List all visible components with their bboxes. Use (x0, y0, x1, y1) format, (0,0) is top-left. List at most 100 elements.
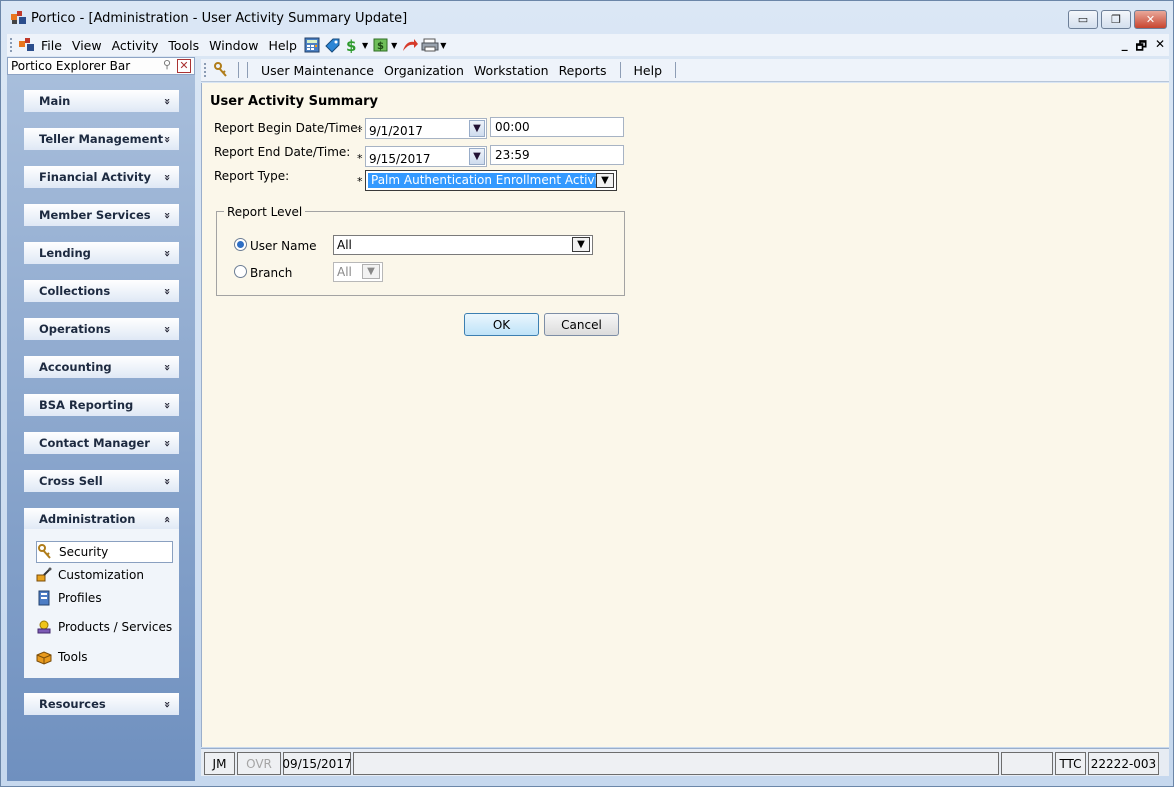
minimize-button[interactable]: ▭ (1068, 10, 1098, 29)
menu-help[interactable]: Help (263, 38, 302, 53)
status-id: 22222-003 (1088, 752, 1159, 775)
ok-button[interactable]: OK (464, 313, 539, 336)
admin-item-tools[interactable]: Tools (36, 646, 88, 668)
menu-sub-help[interactable]: Help (629, 63, 668, 78)
group-bsa-reporting[interactable]: BSA Reporting» (24, 394, 179, 416)
chevron-down-icon: ▼ (362, 264, 380, 279)
group-operations[interactable]: Operations» (24, 318, 179, 340)
subtoolbar-grip[interactable] (204, 63, 208, 77)
menu-user-maintenance[interactable]: User Maintenance (256, 63, 379, 78)
explorer-title: Portico Explorer Bar (11, 59, 131, 73)
portico-menu-icon[interactable] (19, 37, 35, 53)
user-name-value: All (337, 238, 352, 252)
branch-label[interactable]: Branch (250, 266, 292, 280)
user-name-radio[interactable] (234, 238, 247, 251)
separator (675, 62, 677, 78)
chevron-down-icon: » (160, 401, 174, 409)
chevron-down-icon: » (160, 477, 174, 485)
menu-bar: File View Activity Tools Window Help $ ▼… (7, 34, 1169, 56)
dollar-icon[interactable]: $ (343, 37, 361, 53)
menu-activity[interactable]: Activity (107, 38, 164, 53)
admin-item-security[interactable]: Security (36, 541, 173, 563)
branch-select: All ▼ (333, 262, 383, 282)
menu-organization[interactable]: Organization (379, 63, 469, 78)
report-level-legend: Report Level (224, 205, 306, 219)
toolbar-grip[interactable] (10, 38, 14, 52)
mdi-close-icon[interactable]: ✕ (1155, 37, 1165, 58)
group-lending[interactable]: Lending» (24, 242, 179, 264)
group-administration[interactable]: Administration « (24, 508, 179, 530)
group-financial-activity[interactable]: Financial Activity» (24, 166, 179, 188)
restore-button[interactable]: ❐ (1101, 10, 1131, 29)
cancel-button[interactable]: Cancel (544, 313, 619, 336)
security-keys-icon (38, 544, 51, 559)
status-bar: JM OVR 09/15/2017 TTC 22222-003 (201, 748, 1169, 776)
chevron-down-icon[interactable]: ▼ (572, 237, 590, 252)
pin-icon[interactable]: ⚲ (160, 59, 174, 73)
report-type-select[interactable]: Palm Authentication Enrollment Activity … (365, 170, 617, 191)
end-date-picker[interactable]: 9/15/2017 ▼ (365, 146, 487, 167)
menu-tools[interactable]: Tools (163, 38, 204, 53)
begin-date-picker[interactable]: 9/1/2017 ▼ (365, 118, 487, 139)
title-bar[interactable]: Portico - [Administration - User Activit… (1, 1, 1173, 34)
group-accounting[interactable]: Accounting» (24, 356, 179, 378)
end-date-value: 9/15/2017 (369, 151, 431, 166)
separator (238, 62, 239, 78)
security-keys-icon[interactable] (213, 62, 229, 78)
admin-item-products-services[interactable]: Products / Services (36, 616, 172, 638)
admin-item-customization[interactable]: Customization (36, 564, 144, 586)
portico-logo-icon (11, 11, 26, 24)
printer-dropdown-icon[interactable]: ▼ (440, 41, 446, 50)
customization-tools-icon (36, 567, 52, 582)
explorer-bar: Portico Explorer Bar ⚲ ✕ Main» Teller Ma… (7, 57, 195, 781)
group-member-services[interactable]: Member Services» (24, 204, 179, 226)
calendar-dropdown-icon[interactable]: ▼ (469, 148, 485, 165)
chevron-down-icon: » (160, 363, 174, 371)
menu-view[interactable]: View (67, 38, 107, 53)
separator (619, 62, 621, 78)
menu-window[interactable]: Window (204, 38, 263, 53)
end-date-label: Report End Date/Time: (214, 145, 351, 159)
dollar-dropdown-icon[interactable]: ▼ (362, 41, 368, 50)
separator (247, 62, 248, 78)
module-toolbar: User Maintenance Organization Workstatio… (201, 59, 1169, 82)
chevron-down-icon[interactable]: ▼ (596, 173, 614, 188)
menu-file[interactable]: File (36, 38, 67, 53)
mdi-restore-icon[interactable]: 🗗 (1136, 37, 1147, 58)
group-main[interactable]: Main» (24, 90, 179, 112)
end-time-input[interactable]: 23:59 (490, 145, 624, 165)
close-button[interactable]: ✕ (1134, 10, 1167, 29)
branch-radio[interactable] (234, 265, 247, 278)
chevron-down-icon: » (160, 287, 174, 295)
mdi-controls: _ 🗗 ✕ (1122, 37, 1165, 58)
menu-workstation[interactable]: Workstation (469, 63, 554, 78)
begin-time-input[interactable]: 00:00 (490, 117, 624, 137)
mdi-minimize-icon[interactable]: _ (1122, 37, 1128, 58)
user-name-select[interactable]: All ▼ (333, 235, 593, 255)
explorer-close-icon[interactable]: ✕ (177, 59, 191, 73)
printer-icon[interactable] (421, 37, 439, 53)
group-collections[interactable]: Collections» (24, 280, 179, 302)
chevron-down-icon: » (160, 439, 174, 447)
calendar-dropdown-icon[interactable]: ▼ (469, 120, 485, 137)
redo-arrow-icon[interactable] (401, 37, 419, 53)
app-window: Portico - [Administration - User Activit… (0, 0, 1174, 787)
menu-reports[interactable]: Reports (554, 63, 612, 78)
cash-dropdown-icon[interactable]: ▼ (391, 41, 397, 50)
chevron-down-icon: » (160, 325, 174, 333)
profiles-icon (38, 590, 50, 606)
required-marker: * (357, 152, 363, 165)
toolbox-icon (36, 651, 52, 665)
group-teller-management[interactable]: Teller Management» (24, 128, 179, 150)
group-cross-sell[interactable]: Cross Sell» (24, 470, 179, 492)
chevron-down-icon: » (160, 173, 174, 181)
user-name-label[interactable]: User Name (250, 239, 317, 253)
tag-icon[interactable] (323, 37, 341, 53)
group-contact-manager[interactable]: Contact Manager» (24, 432, 179, 454)
explorer-header: Portico Explorer Bar ⚲ ✕ (7, 57, 195, 75)
calculator-icon[interactable] (303, 37, 321, 53)
admin-item-profiles[interactable]: Profiles (36, 587, 102, 609)
cash-drawer-icon[interactable]: $ (372, 37, 390, 53)
group-resources[interactable]: Resources» (24, 693, 179, 715)
window-title: Portico - [Administration - User Activit… (31, 11, 408, 26)
